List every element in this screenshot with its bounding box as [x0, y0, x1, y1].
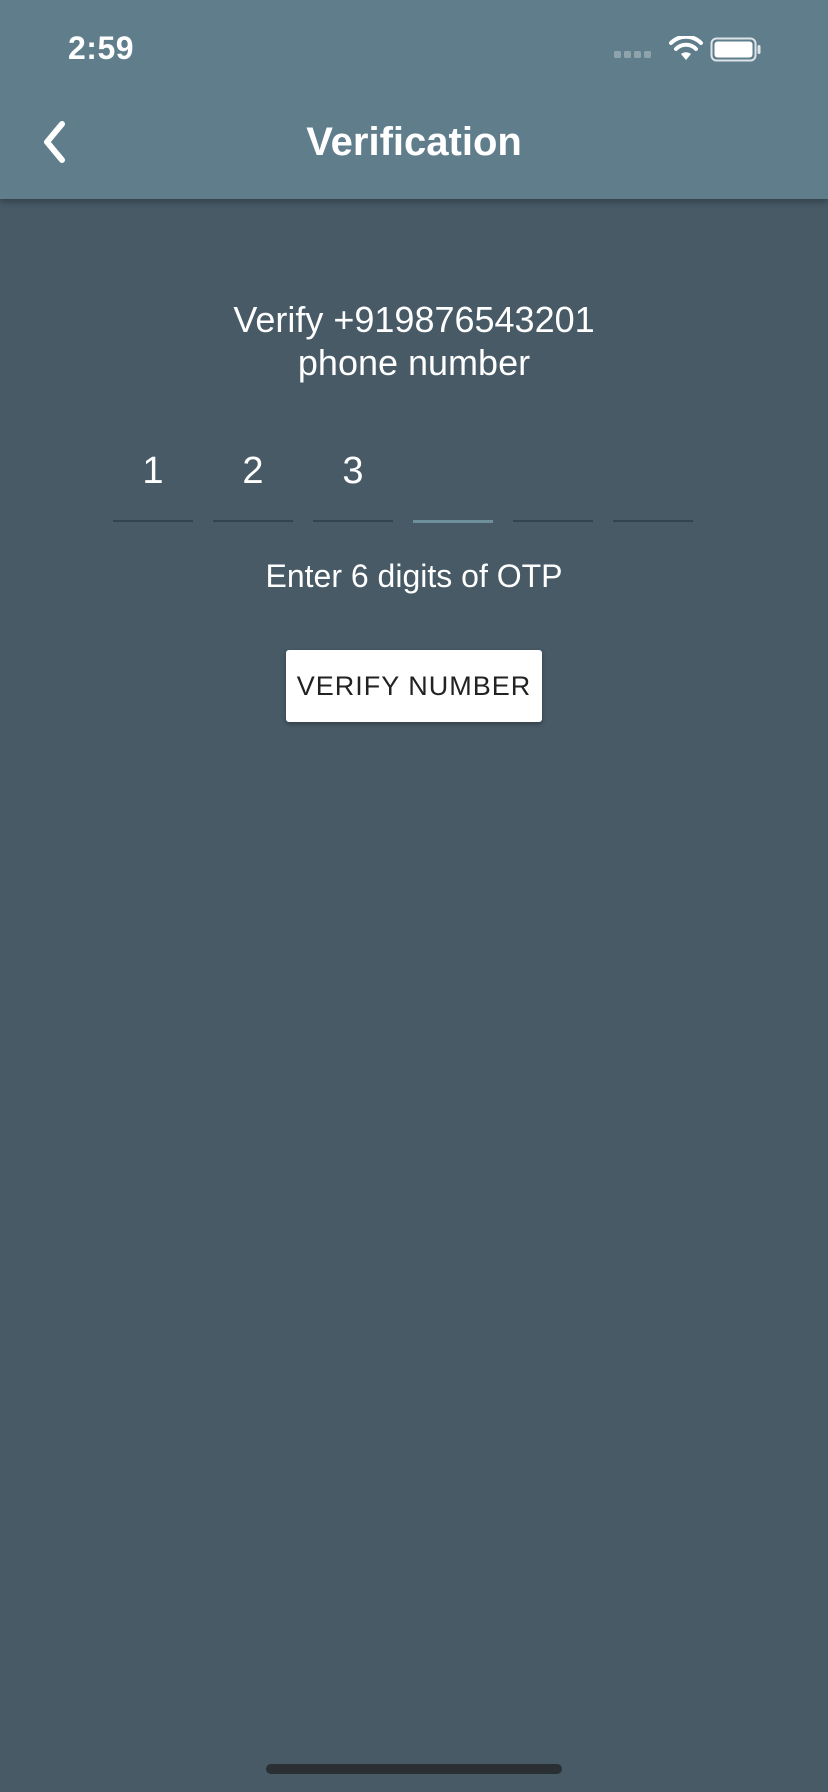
otp-digit-1[interactable]: 1 [113, 440, 193, 522]
otp-digit-6[interactable] [613, 440, 693, 522]
page-title: Verification [306, 120, 522, 164]
verify-heading-line2: phone number [297, 342, 531, 383]
status-time: 2:59 [68, 30, 135, 66]
otp-input-group: 1 2 3 [113, 440, 695, 524]
wifi-icon [669, 36, 703, 60]
status-icons [614, 36, 794, 64]
verify-heading-line1: Verify +919876543201 [233, 299, 595, 340]
signal-dots-icon [614, 51, 651, 58]
otp-digit-2[interactable]: 2 [213, 440, 293, 522]
verify-heading: Verify +919876543201 phone number [0, 298, 828, 384]
otp-digit-4[interactable] [413, 440, 493, 523]
verify-number-button[interactable]: VERIFY NUMBER [286, 650, 542, 722]
otp-digit-5[interactable] [513, 440, 593, 522]
otp-hint: Enter 6 digits of OTP [265, 558, 563, 594]
battery-icon [710, 37, 761, 62]
home-indicator[interactable] [266, 1764, 562, 1774]
otp-digit-3[interactable]: 3 [313, 440, 393, 522]
app-bar: 2:59 Verification [0, 0, 828, 199]
